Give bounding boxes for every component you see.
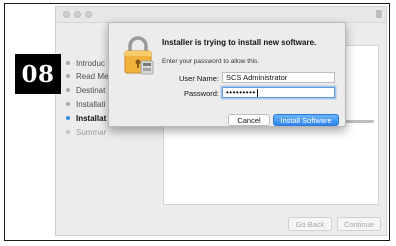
text-cursor [256,88,258,97]
username-field[interactable]: SCS Administrator [222,72,335,83]
go-back-button[interactable]: Go Back [288,217,332,231]
screenshot-frame: Introduc Read Me Destinat Installati Ins… [4,3,390,241]
install-software-button[interactable]: Install Software [273,114,339,126]
authentication-dialog: Installer is trying to install new softw… [108,22,346,127]
password-field[interactable]: ••••••••• [222,87,335,98]
step-label: Installat [76,113,107,123]
zoom-window-button[interactable] [85,11,92,18]
padlock-icon [124,36,154,75]
step-bullet-icon [66,61,70,65]
continue-button[interactable]: Continue [337,217,381,231]
step-number-text: 08 [21,60,55,88]
step-installation: Installat [66,112,106,124]
step-bullet-icon [66,74,70,78]
title-bar [56,7,386,23]
username-label: User Name: [178,74,219,83]
dialog-title: Installer is trying to install new softw… [162,38,317,47]
step-introduction: Introduc [66,57,105,69]
step-bullet-icon [66,130,70,134]
step-summary: Summar [66,126,106,138]
step-label: Installati [76,99,106,109]
password-value: ••••••••• [226,88,256,97]
close-window-button[interactable] [63,11,70,18]
username-value: SCS Administrator [226,73,288,82]
step-label: Summar [76,127,107,137]
step-number-badge: 08 [15,54,61,94]
step-label: Introduc [76,58,105,68]
cancel-button[interactable]: Cancel [228,114,270,126]
step-installation-type: Installati [66,98,105,110]
step-label: Read Me [76,71,109,81]
password-label: Password: [183,89,219,98]
step-bullet-icon [66,102,70,106]
title-lock-icon [376,10,382,18]
dialog-message: Enter your password to allow this. [162,58,260,65]
minimize-window-button[interactable] [74,11,81,18]
step-label: Destinat [76,85,106,95]
step-current-bullet-icon [66,116,70,120]
step-read-me: Read Me [66,70,108,82]
step-destination: Destinat [66,84,105,96]
step-bullet-icon [66,88,70,92]
